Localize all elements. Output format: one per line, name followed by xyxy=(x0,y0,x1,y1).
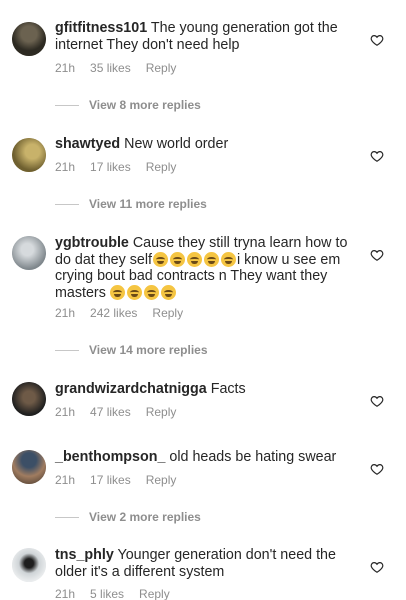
crying-emoji-icon xyxy=(160,284,176,300)
divider xyxy=(55,516,79,518)
reply-button[interactable]: Reply xyxy=(146,473,177,487)
comment-time: 21h xyxy=(55,61,76,75)
comment-username[interactable]: grandwizardchatnigga xyxy=(55,381,207,397)
divider xyxy=(55,104,79,106)
crying-emoji-icon xyxy=(186,251,202,267)
divider xyxy=(55,349,79,351)
crying-emoji-icon xyxy=(143,284,159,300)
comment-likes[interactable]: 242 likes xyxy=(90,306,137,320)
view-replies-label: View 8 more replies xyxy=(89,98,201,112)
view-replies-button[interactable]: View 8 more replies xyxy=(55,98,201,112)
crying-emoji-icon xyxy=(220,251,236,267)
heart-outline-icon[interactable] xyxy=(370,33,384,47)
comment-time: 21h xyxy=(55,587,76,600)
comment-likes[interactable]: 35 likes xyxy=(90,61,131,75)
crying-emoji-icon xyxy=(109,284,125,300)
heart-outline-icon[interactable] xyxy=(370,149,384,163)
comment-text: _benthompson_ old heads be hating swear xyxy=(55,449,355,466)
reply-button[interactable]: Reply xyxy=(146,160,177,174)
heart-outline-icon[interactable] xyxy=(370,462,384,476)
avatar[interactable] xyxy=(12,236,46,270)
reply-button[interactable]: Reply xyxy=(139,587,170,600)
comment-meta: 21h 17 likes Reply xyxy=(55,473,191,487)
comment-meta: 21h 35 likes Reply xyxy=(55,61,191,75)
crying-emoji-icon xyxy=(203,251,219,267)
comment-time: 21h xyxy=(55,473,76,487)
comment-username[interactable]: gfitfitness101 xyxy=(55,20,147,36)
avatar[interactable] xyxy=(12,548,46,582)
comment-text: gfitfitness101 The young generation got … xyxy=(55,20,355,53)
comment-likes[interactable]: 17 likes xyxy=(90,160,131,174)
heart-outline-icon[interactable] xyxy=(370,560,384,574)
reply-button[interactable]: Reply xyxy=(146,405,177,419)
comment-text: ygbtrouble Cause they still tryna learn … xyxy=(55,235,355,301)
comment-meta: 21h 5 likes Reply xyxy=(55,587,185,600)
view-replies-button[interactable]: View 11 more replies xyxy=(55,197,207,211)
comment-time: 21h xyxy=(55,306,76,320)
avatar[interactable] xyxy=(12,450,46,484)
crying-emoji-icon xyxy=(169,251,185,267)
comment-text: shawtyed New world order xyxy=(55,136,355,153)
avatar[interactable] xyxy=(12,22,46,56)
crying-emoji-icon xyxy=(152,251,168,267)
comment-username[interactable]: ygbtrouble xyxy=(55,235,129,251)
comment-likes[interactable]: 47 likes xyxy=(90,405,131,419)
comment-meta: 21h 242 likes Reply xyxy=(55,306,198,320)
view-replies-label: View 14 more replies xyxy=(89,343,208,357)
comment-meta: 21h 47 likes Reply xyxy=(55,405,191,419)
comment-likes[interactable]: 5 likes xyxy=(90,587,124,600)
reply-button[interactable]: Reply xyxy=(152,306,183,320)
comment-body: Facts xyxy=(206,381,246,397)
view-replies-label: View 2 more replies xyxy=(89,510,201,524)
comment-time: 21h xyxy=(55,405,76,419)
comment-text: grandwizardchatnigga Facts xyxy=(55,381,355,398)
comment-username[interactable]: tns_phly xyxy=(55,547,114,563)
view-replies-button[interactable]: View 14 more replies xyxy=(55,343,208,357)
comment-username[interactable]: _benthompson_ xyxy=(55,449,165,465)
view-replies-button[interactable]: View 2 more replies xyxy=(55,510,201,524)
comment-body: New world order xyxy=(120,136,229,152)
comment-meta: 21h 17 likes Reply xyxy=(55,160,191,174)
comment-username[interactable]: shawtyed xyxy=(55,136,120,152)
reply-button[interactable]: Reply xyxy=(146,61,177,75)
view-replies-label: View 11 more replies xyxy=(89,197,207,211)
comment-likes[interactable]: 17 likes xyxy=(90,473,131,487)
heart-outline-icon[interactable] xyxy=(370,248,384,262)
comment-text: tns_phly Younger generation don't need t… xyxy=(55,547,355,580)
avatar[interactable] xyxy=(12,138,46,172)
avatar[interactable] xyxy=(12,382,46,416)
comment-time: 21h xyxy=(55,160,76,174)
comment-body: old heads be hating swear xyxy=(165,449,337,465)
divider xyxy=(55,203,79,205)
heart-outline-icon[interactable] xyxy=(370,394,384,408)
crying-emoji-icon xyxy=(126,284,142,300)
